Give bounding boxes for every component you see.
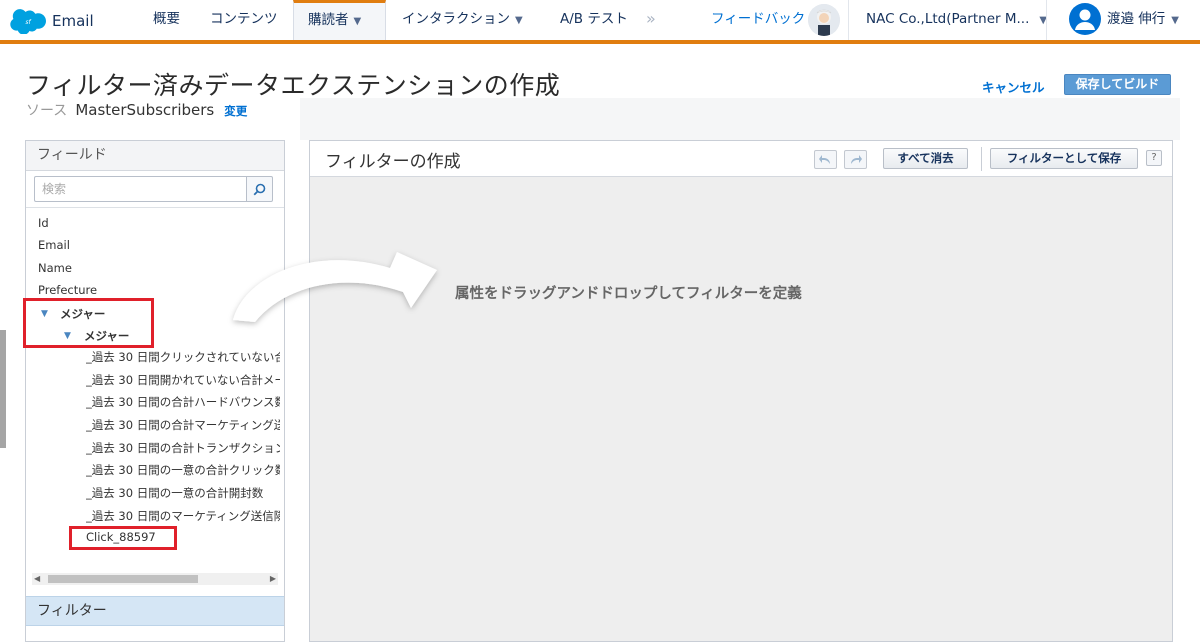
filter-builder-panel: フィルターの作成 すべて消去 フィルターとして保存 ? 属性をドラッグアンドドロ…: [309, 140, 1173, 642]
user-avatar-icon[interactable]: [1069, 3, 1101, 35]
search-button[interactable]: [246, 176, 273, 202]
nav-interactions[interactable]: インタラクション ▼: [402, 0, 523, 40]
measure-item[interactable]: _過去 30 日間の合計トランザクション: [86, 440, 280, 456]
redo-icon: [851, 155, 862, 164]
measure-item[interactable]: _過去 30 日間のマーケティング送信隣: [86, 508, 280, 524]
scroll-left-icon[interactable]: ◀: [34, 573, 40, 585]
mascot-avatar-icon[interactable]: [808, 4, 840, 36]
nav-overview[interactable]: 概要: [153, 0, 180, 40]
drag-arrow-icon: [233, 252, 437, 322]
chevron-down-icon: ▼: [515, 15, 523, 26]
measure-item[interactable]: _過去 30 日間の一意の合計クリック数: [86, 462, 280, 478]
undo-icon: [819, 155, 830, 164]
chevron-down-icon: ▼: [1171, 15, 1179, 26]
app-name: Email: [52, 12, 94, 30]
scrollbar-thumb[interactable]: [48, 575, 198, 583]
nav-subscribers[interactable]: 購読者 ▼: [293, 0, 386, 40]
filter-builder-title: フィルターの作成: [325, 152, 461, 172]
filter-builder-header: フィルターの作成 すべて消去 フィルターとして保存 ?: [310, 141, 1172, 177]
nav-subscribers-label: 購読者: [308, 12, 349, 28]
double-chevron-right-icon[interactable]: »: [646, 9, 656, 28]
fields-header: フィールド: [26, 141, 284, 171]
feedback-link[interactable]: フィードバック: [711, 0, 805, 38]
nav-interactions-label: インタラクション: [402, 11, 510, 27]
source-value: MasterSubscribers: [75, 101, 215, 119]
clear-all-button[interactable]: すべて消去: [883, 148, 968, 169]
save-as-filter-button[interactable]: フィルターとして保存: [990, 148, 1138, 169]
nav-content-label: コンテンツ: [210, 11, 278, 27]
filter-section-header[interactable]: フィルター: [26, 596, 284, 626]
divider: [26, 207, 284, 208]
field-item-id[interactable]: Id: [38, 216, 49, 230]
fields-panel: フィールド Id Email Name Prefecture ▼ メジャー ▼ …: [23, 140, 285, 642]
drop-zone-hint: 属性をドラッグアンドドロップしてフィルターを定義: [455, 286, 802, 302]
user-name-label: 渡邉 伸行: [1107, 11, 1166, 27]
change-source-link[interactable]: 変更: [224, 103, 247, 119]
measure-item[interactable]: _過去 30 日間の合計ハードバウンス数: [86, 394, 280, 410]
measure-item[interactable]: _過去 30 日間の合計マーケティング送: [86, 417, 280, 433]
nav-ab-test[interactable]: A/B テスト: [560, 0, 628, 40]
search-icon: [253, 183, 266, 195]
app-brand[interactable]: sf Email: [10, 8, 94, 34]
nav-divider: [848, 0, 849, 40]
measure-item[interactable]: _過去 30 日間開かれていない合計メー: [86, 372, 280, 388]
undo-button[interactable]: [814, 150, 837, 169]
field-item-email[interactable]: Email: [38, 238, 70, 252]
field-item-name[interactable]: Name: [38, 261, 72, 275]
field-search-input[interactable]: [34, 176, 246, 202]
scroll-right-icon[interactable]: ▶: [270, 573, 276, 585]
salesforce-cloud-icon: sf: [10, 9, 46, 34]
page-title: フィルター済みデータエクステンションの作成: [26, 71, 561, 100]
help-button[interactable]: ?: [1146, 150, 1162, 166]
toolbar-divider: [981, 147, 982, 171]
source-row: ソース MasterSubscribers 変更: [26, 100, 247, 120]
account-switcher[interactable]: NAC Co.,Ltd(Partner M... ▼: [866, 0, 1047, 40]
horizontal-scrollbar[interactable]: ◀ ▶: [32, 573, 278, 585]
save-and-build-button[interactable]: 保存してビルド: [1064, 74, 1171, 95]
highlight-box: [69, 526, 177, 550]
nav-content[interactable]: コンテンツ: [210, 0, 278, 40]
field-item-prefecture[interactable]: Prefecture: [38, 283, 97, 297]
nav-ab-test-label: A/B テスト: [560, 11, 628, 27]
redo-button[interactable]: [844, 150, 867, 169]
header-background: [300, 98, 1180, 140]
field-search: [34, 176, 273, 202]
chevron-down-icon: ▼: [353, 16, 362, 27]
measure-item[interactable]: _過去 30 日間の一意の合計開封数: [86, 485, 280, 501]
nav-divider: [1046, 0, 1047, 40]
side-drawer-handle[interactable]: [0, 330, 6, 448]
user-menu[interactable]: 渡邉 伸行 ▼: [1107, 0, 1179, 40]
cancel-link[interactable]: キャンセル: [982, 77, 1045, 96]
highlight-box: [23, 298, 154, 348]
top-navigation: sf Email 概要 コンテンツ 購読者 ▼ インタラクション ▼ A/B テスト…: [0, 0, 1200, 44]
account-name: NAC Co.,Ltd(Partner M...: [866, 11, 1030, 27]
source-label: ソース: [26, 103, 68, 119]
svg-text:sf: sf: [25, 19, 31, 26]
nav-overview-label: 概要: [153, 11, 180, 27]
